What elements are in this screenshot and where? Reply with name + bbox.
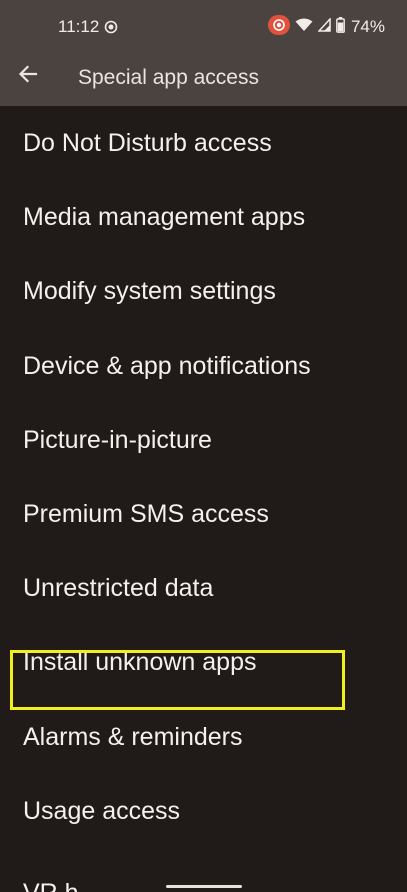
page-title: Special app access [78, 66, 259, 89]
list-item-modify-system-settings[interactable]: Modify system settings [0, 254, 407, 328]
list-item-label: Unrestricted data [23, 574, 214, 603]
screen: 11:12 74% Special app access Do Not Dist… [0, 0, 407, 892]
app-bar: Special app access [0, 52, 407, 106]
highlight-box [10, 650, 345, 710]
list-item-unrestricted-data[interactable]: Unrestricted data [0, 551, 407, 625]
battery-icon [336, 16, 345, 38]
list-item-device-app-notifications[interactable]: Device & app notifications [0, 329, 407, 403]
list-item-label: Do Not Disturb access [23, 129, 272, 158]
battery-percentage: 74% [350, 17, 385, 36]
list-item-partial[interactable]: VR h [23, 878, 79, 892]
settings-list: Do Not Disturb access Media management a… [0, 106, 407, 848]
list-item-label: Premium SMS access [23, 500, 269, 529]
status-icons: 74% [267, 14, 385, 40]
screen-record-icon [104, 20, 118, 34]
wifi-icon [295, 18, 313, 37]
list-item-do-not-disturb-access[interactable]: Do Not Disturb access [0, 106, 407, 180]
back-button[interactable] [10, 58, 46, 94]
list-item-premium-sms-access[interactable]: Premium SMS access [0, 477, 407, 551]
list-item-label: Media management apps [23, 203, 306, 232]
arrow-back-icon [18, 64, 38, 88]
list-item-label: Picture-in-picture [23, 425, 212, 454]
list-item-alarms-reminders[interactable]: Alarms & reminders [0, 700, 407, 774]
status-bar: 11:12 74% [0, 0, 407, 52]
cellular-signal-icon [317, 16, 331, 37]
list-item-label: Modify system settings [23, 277, 276, 306]
home-indicator[interactable] [166, 885, 242, 888]
list-item-label: Device & app notifications [23, 351, 311, 380]
list-item-label: Usage access [23, 796, 181, 825]
list-item-media-management-apps[interactable]: Media management apps [0, 180, 407, 254]
recording-indicator-icon [267, 14, 290, 40]
status-time: 11:12 [58, 17, 100, 36]
list-item-label: Alarms & reminders [23, 722, 243, 751]
list-item-usage-access[interactable]: Usage access [0, 774, 407, 848]
list-item-picture-in-picture[interactable]: Picture-in-picture [0, 403, 407, 477]
